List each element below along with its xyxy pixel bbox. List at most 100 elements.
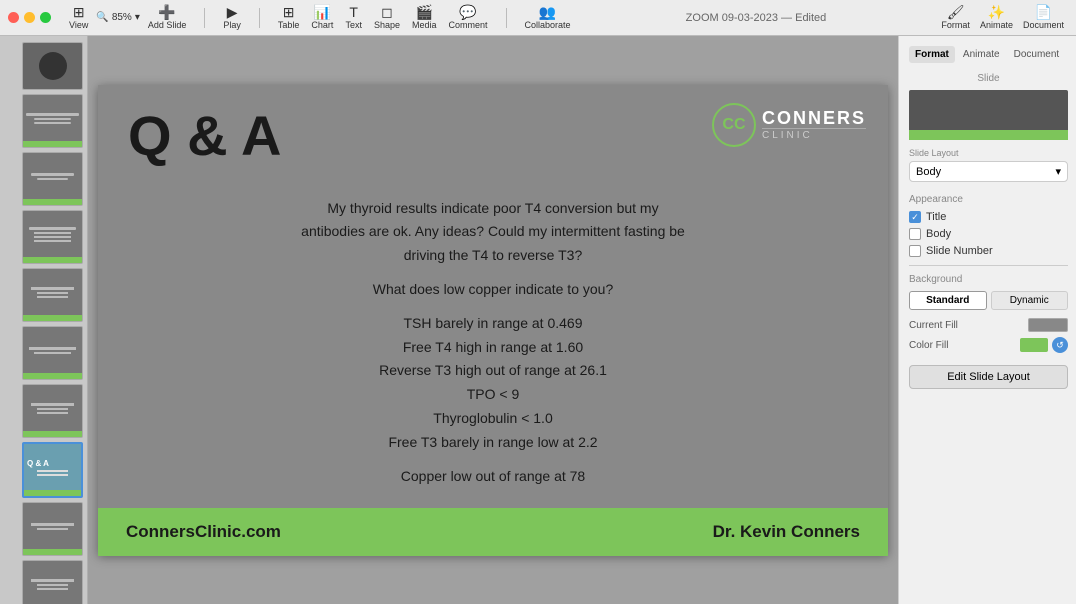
color-fill-controls: ↺ [1020, 337, 1068, 353]
slide-thumb-9[interactable] [22, 502, 83, 556]
format-tab-btn[interactable]: 🖌 Format [937, 3, 974, 32]
slide-container: Q & A CC CONNERS CLINIC My thyroid resul… [98, 85, 888, 555]
slide-thumb-6[interactable] [22, 326, 83, 380]
current-fill-swatch[interactable] [1028, 318, 1068, 332]
lab-values: TSH barely in range at 0.469 Free T4 hig… [128, 312, 858, 455]
chart-button[interactable]: 📊 Chart [307, 3, 337, 32]
thumb-preview-10 [23, 561, 82, 604]
document-tab-btn[interactable]: 📄 Document [1019, 3, 1068, 32]
slide-thumb-4-wrapper: 4 [4, 210, 83, 264]
chart-icon: 📊 [314, 5, 331, 19]
maximize-button[interactable] [40, 12, 51, 23]
thumb-preview-1 [23, 43, 82, 89]
slide-thumb-5[interactable] [22, 268, 83, 322]
media-button[interactable]: 🎬 Media [408, 3, 441, 32]
bg-dynamic-btn[interactable]: Dynamic [991, 291, 1069, 310]
play-icon: ▶ [227, 5, 238, 19]
right-panel: Format Animate Document Slide Slide Layo… [898, 36, 1076, 604]
add-slide-icon: ➕ [158, 5, 175, 19]
color-fill-swatch[interactable] [1020, 338, 1048, 352]
current-fill-row: Current Fill [909, 318, 1068, 332]
text-button[interactable]: T Text [341, 3, 366, 32]
edit-layout-button[interactable]: Edit Slide Layout [909, 365, 1068, 389]
slide-thumb-7-wrapper: 7 [4, 384, 83, 438]
slide-content[interactable]: My thyroid results indicate poor T4 conv… [128, 197, 858, 499]
current-fill-label: Current Fill [909, 320, 958, 331]
slide-footer: ConnersClinic.com Dr. Kevin Conners [98, 508, 888, 556]
shape-button[interactable]: ◻ Shape [370, 3, 404, 32]
color-fill-row: Color Fill ↺ [909, 337, 1068, 353]
checkbox-body-label: Body [926, 228, 951, 240]
shape-icon: ◻ [381, 5, 393, 19]
checkbox-title[interactable]: ✓ [909, 211, 921, 223]
thumb-preview-3 [23, 153, 82, 199]
slide-thumb-10-wrapper: 10 [4, 560, 83, 604]
checkbox-slidenumber-label: Slide Number [926, 245, 993, 257]
bg-standard-btn[interactable]: Standard [909, 291, 987, 310]
top-bar: ⊞ View 🔍 85% ▾ ➕ Add Slide ▶ Play ⊞ Tabl… [0, 0, 1076, 36]
tab-animate[interactable]: Animate [957, 46, 1006, 63]
slide-thumb-8-wrapper: 8 Q & A [4, 442, 83, 498]
checkbox-title-row: ✓ Title [909, 211, 1068, 223]
play-button[interactable]: ▶ Play [219, 3, 245, 32]
slide-thumb-8[interactable]: Q & A [22, 442, 83, 498]
slide-thumb-4[interactable] [22, 210, 83, 264]
slide-thumb-1[interactable] [22, 42, 83, 90]
zoom-icon: 🔍 [96, 12, 108, 23]
panel-section-slide: Slide [909, 73, 1068, 84]
add-slide-button[interactable]: ➕ Add Slide [144, 3, 191, 32]
collaborate-button[interactable]: 👥 Collaborate [521, 3, 575, 32]
checkbox-slide-number[interactable] [909, 245, 921, 257]
line-2: Free T4 high in range at 1.60 [403, 339, 583, 355]
layout-bar [909, 130, 1068, 140]
slide-thumb-7[interactable] [22, 384, 83, 438]
color-fill-btn[interactable]: ↺ [1052, 337, 1068, 353]
minimize-button[interactable] [24, 12, 35, 23]
thumb-preview-9 [23, 503, 82, 549]
view-icon: ⊞ [73, 5, 85, 19]
background-buttons: Standard Dynamic [909, 291, 1068, 310]
slide-body: Q & A CC CONNERS CLINIC My thyroid resul… [98, 85, 888, 508]
main-area: 1 2 3 [0, 36, 1076, 604]
color-fill-icon: ↺ [1056, 340, 1064, 351]
close-button[interactable] [8, 12, 19, 23]
thumb-preview-2 [23, 95, 82, 141]
comment-button[interactable]: 💬 Comment [445, 3, 492, 32]
separator-1 [909, 265, 1068, 266]
slide-thumb-3[interactable] [22, 152, 83, 206]
checkbox-body[interactable] [909, 228, 921, 240]
panel-tabs: Format Animate Document [909, 46, 1068, 63]
paragraph-1: My thyroid results indicate poor T4 conv… [128, 197, 858, 268]
logo-bottom-text: CLINIC [762, 128, 866, 141]
thumb-preview-6 [23, 327, 82, 373]
appearance-label: Appearance [909, 194, 1068, 205]
table-icon: ⊞ [283, 5, 295, 19]
slide-thumb-1-wrapper: 1 [4, 42, 83, 90]
tab-document[interactable]: Document [1008, 46, 1066, 63]
layout-preview [909, 90, 1068, 140]
slide-thumb-10[interactable] [22, 560, 83, 604]
layout-dropdown[interactable]: Body ▾ [909, 161, 1068, 182]
checkbox-body-row: Body [909, 228, 1068, 240]
slide-thumb-6-wrapper: 6 [4, 326, 83, 380]
animate-tab-btn[interactable]: ✨ Animate [976, 3, 1017, 32]
canvas-area[interactable]: Q & A CC CONNERS CLINIC My thyroid resul… [88, 36, 898, 604]
media-icon: 🎬 [416, 5, 433, 19]
toolbar-left: ⊞ View 🔍 85% ▾ ➕ Add Slide [65, 3, 190, 32]
slide-logo: CC CONNERS CLINIC [712, 103, 866, 147]
window-title: ZOOM 09-03-2023 — Edited [585, 12, 928, 24]
slide-thumb-2[interactable] [22, 94, 83, 148]
tab-format[interactable]: Format [909, 46, 955, 63]
table-button[interactable]: ⊞ Table [274, 3, 304, 32]
line-3: Reverse T3 high out of range at 26.1 [379, 362, 607, 378]
logo-top-text: CONNERS [762, 109, 866, 129]
toolbar-right: 🖌 Format ✨ Animate 📄 Document [937, 3, 1068, 32]
view-button[interactable]: ⊞ View [65, 3, 92, 32]
checkbox-slidenumber-row: Slide Number [909, 245, 1068, 257]
thumb-preview-4 [23, 211, 82, 257]
thumb-preview-5 [23, 269, 82, 315]
zoom-control[interactable]: 🔍 85% ▾ [96, 12, 140, 23]
footer-left-text: ConnersClinic.com [126, 522, 281, 542]
thumb-preview-8: Q & A [24, 444, 81, 490]
comment-icon: 💬 [459, 5, 476, 19]
